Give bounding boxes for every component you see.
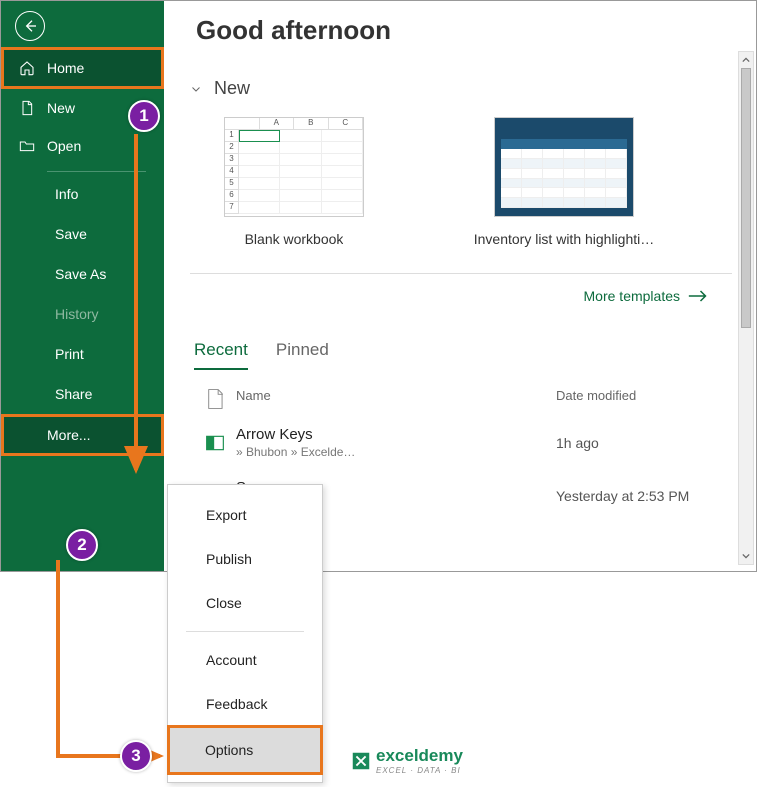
scroll-up-button[interactable] [739,52,753,68]
section-divider [190,273,732,274]
template-label: Blank workbook [245,231,344,247]
recent-tabs: Recent Pinned [194,340,736,370]
template-inventory-list[interactable]: Inventory list with highlighti… [484,117,644,247]
file-title: Arrow Keys [236,426,556,443]
nav-history: History [47,294,164,334]
nav-open[interactable]: Open [1,127,164,165]
menu-publish[interactable]: Publish [168,537,322,581]
file-new-icon [19,100,35,116]
header-date[interactable]: Date modified [556,388,736,410]
annotation-badge-2: 2 [66,529,98,561]
new-section-title: New [214,78,250,99]
menu-feedback[interactable]: Feedback [168,682,322,726]
more-submenu: Export Publish Close Account Feedback Op… [167,484,323,783]
templates-row: ABC 1 2 3 4 5 6 7 Blank workbook [214,117,736,247]
excel-file-icon [203,433,227,453]
sidebar-sub-group: Info Save Save As History Print Share [1,174,164,414]
file-icon [205,388,225,410]
template-thumb-inventory [494,117,634,217]
back-button[interactable] [15,11,45,41]
scroll-track[interactable] [739,68,753,548]
nav-more[interactable]: More... [1,414,164,456]
new-section-header[interactable]: New [190,78,736,99]
greeting-title: Good afternoon [196,15,736,46]
header-name[interactable]: Name [236,388,556,410]
vertical-scrollbar[interactable] [738,51,754,565]
back-arrow-icon [22,18,38,34]
file-list-item[interactable]: Arrow Keys » Bhubon » Excelde… 1h ago [186,416,736,469]
menu-options[interactable]: Options [167,725,323,775]
scroll-down-button[interactable] [739,548,753,564]
folder-open-icon [19,138,35,154]
menu-account[interactable]: Account [168,638,322,682]
sidebar-divider [47,171,146,172]
nav-share[interactable]: Share [47,374,164,414]
template-label: Inventory list with highlighti… [474,231,655,247]
menu-export[interactable]: Export [168,493,322,537]
nav-info[interactable]: Info [47,174,164,214]
file-date: Yesterday at 2:53 PM [556,488,736,504]
annotation-badge-1: 1 [128,100,160,132]
nav-more-label: More... [47,427,91,443]
nav-save[interactable]: Save [47,214,164,254]
submenu-divider [186,631,304,632]
nav-save-as[interactable]: Save As [47,254,164,294]
home-icon [19,60,35,76]
template-thumb-blank: ABC 1 2 3 4 5 6 7 [224,117,364,217]
caret-up-icon [742,56,750,64]
tab-recent[interactable]: Recent [194,340,248,370]
file-list-header: Name Date modified [194,388,736,410]
logo-icon [350,750,372,772]
arrow-right-icon [688,289,708,303]
caret-down-icon [742,552,750,560]
file-date: 1h ago [556,435,736,451]
header-icon-col [194,388,236,410]
nav-print[interactable]: Print [47,334,164,374]
scroll-thumb[interactable] [741,68,751,328]
nav-home[interactable]: Home [1,47,164,89]
nav-open-label: Open [47,138,81,154]
tab-pinned[interactable]: Pinned [276,340,329,370]
file-path: » Bhubon » Excelde… [236,445,556,459]
template-blank-workbook[interactable]: ABC 1 2 3 4 5 6 7 Blank workbook [214,117,374,247]
nav-home-label: Home [47,60,84,76]
more-templates-link[interactable]: More templates [186,288,708,304]
chevron-down-icon [190,83,202,95]
backstage-sidebar: Home New Open Info Save Save As History … [1,1,164,571]
annotation-badge-3: 3 [120,740,152,772]
nav-new-label: New [47,100,75,116]
watermark-logo: exceldemy EXCEL · DATA · BI [350,746,463,775]
excel-backstage-window: Home New Open Info Save Save As History … [0,0,757,572]
menu-close[interactable]: Close [168,581,322,625]
